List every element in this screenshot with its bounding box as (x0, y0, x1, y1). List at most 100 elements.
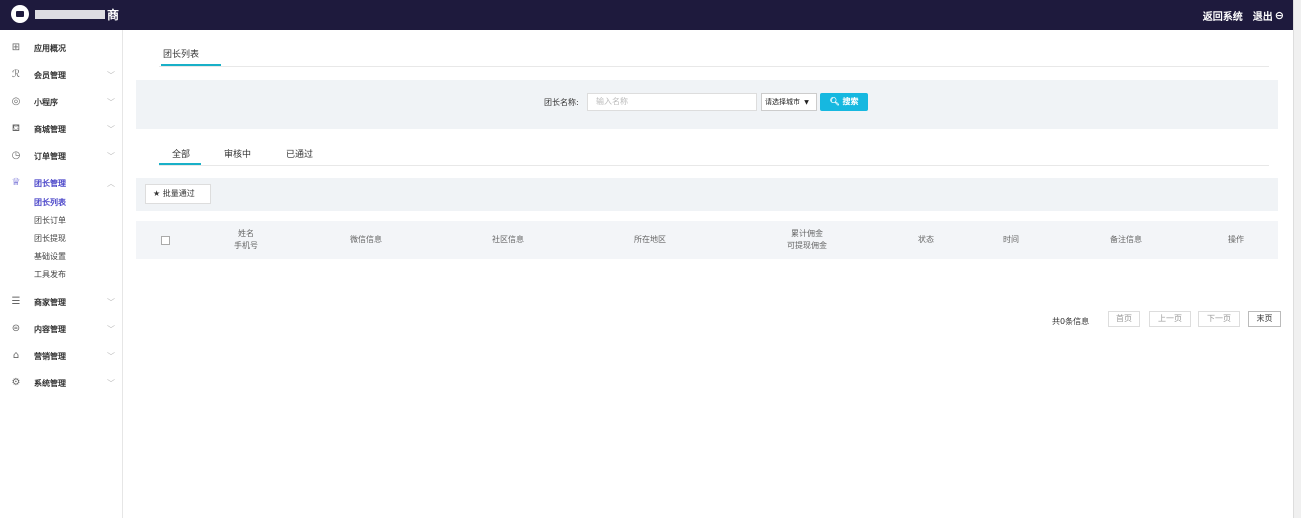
search-button-label: 搜索 (842, 97, 859, 106)
chevron-down-icon: ﹀ (107, 70, 115, 80)
sidebar-item-label: 会员管理 (34, 70, 66, 80)
top-bar: 商 返回系统 退出 ⊖ (0, 0, 1294, 30)
pagination-info: 共0条信息 (1052, 317, 1090, 326)
column-header-status: 状态 (906, 221, 946, 259)
batch-approve-button[interactable]: ★ 批量通过 (145, 184, 211, 204)
divider (159, 165, 1269, 166)
column-header-label: 操作 (1228, 235, 1244, 244)
tab-approved[interactable]: 已通过 (286, 147, 313, 160)
chevron-down-icon: ﹀ (107, 97, 115, 107)
crown-icon: ♕ (11, 177, 21, 188)
column-header-commission: 累计佣金 可提现佣金 (772, 221, 842, 259)
chevron-down-icon: ﹀ (107, 124, 115, 134)
logo-icon (11, 5, 29, 23)
page-scrollbar[interactable] (1293, 0, 1301, 518)
chevron-down-icon: ﹀ (107, 297, 115, 307)
sidebar-item-label: 商城管理 (34, 124, 66, 134)
sidebar-item-overview[interactable]: ⊞ 应用概况 (0, 38, 122, 58)
column-header-label: 累计佣金 (791, 229, 823, 238)
sidebar-item-label: 营销管理 (34, 351, 66, 361)
column-header-time: 时间 (991, 221, 1031, 259)
sidebar-subitem-leader-orders[interactable]: 团长订单 (34, 215, 66, 226)
sidebar-item-label: 系统管理 (34, 378, 66, 388)
logout-label: 退出 (1252, 12, 1273, 23)
sidebar: ⊞ 应用概况 ℛ 会员管理 ﹀ ◎ 小程序 ﹀ ⛾ 商城管理 ﹀ ◷ 订单管理 … (0, 30, 123, 518)
sidebar-item-label: 应用概况 (34, 43, 66, 53)
dropdown-arrow-icon: ▼ (804, 99, 809, 106)
sidebar-item-label: 商家管理 (34, 297, 66, 307)
clock-icon: ◷ (11, 150, 21, 161)
column-header-sublabel: 手机号 (234, 241, 258, 250)
grid-icon: ⊞ (11, 42, 21, 53)
sidebar-subitem-tool-publish[interactable]: 工具发布 (34, 269, 66, 280)
sidebar-item-label: 小程序 (34, 97, 58, 107)
logo[interactable]: 商 (11, 4, 119, 24)
table-header: 姓名 手机号 微信信息 社区信息 所在地区 累计佣金 可提现佣金 状态 时间 备… (136, 221, 1278, 259)
sidebar-item-label: 订单管理 (34, 151, 66, 161)
batch-toolbar: ★ 批量通过 (136, 178, 1278, 211)
sidebar-item-label: 内容管理 (34, 324, 66, 334)
select-all-checkbox[interactable] (161, 236, 170, 245)
last-page-button[interactable]: 末页 (1248, 311, 1281, 327)
settings-icon: ⚙ (11, 377, 21, 388)
column-header-label: 所在地区 (634, 235, 666, 244)
search-input[interactable]: 输入名称 (587, 93, 757, 111)
logout-icon: ⊖ (1274, 9, 1284, 22)
prev-page-button[interactable]: 上一页 (1149, 311, 1191, 327)
chevron-down-icon: ﹀ (107, 151, 115, 161)
column-header-label: 时间 (1003, 235, 1019, 244)
store-icon: ☰ (11, 296, 21, 307)
column-header-region: 所在地区 (620, 221, 680, 259)
column-header-name-phone: 姓名 手机号 (216, 221, 276, 259)
column-header-label: 微信信息 (350, 235, 382, 244)
search-icon: 🔍︎ (829, 97, 840, 106)
sidebar-item-label: 团长管理 (34, 178, 66, 188)
column-header-actions: 操作 (1216, 221, 1256, 259)
logout-button[interactable]: 退出 ⊖ (1253, 8, 1284, 23)
column-header-label: 状态 (918, 235, 934, 244)
next-page-button[interactable]: 下一页 (1198, 311, 1240, 327)
star-icon: ★ (153, 189, 161, 198)
column-header-remarks: 备注信息 (1096, 221, 1156, 259)
batch-approve-label: 批量通过 (162, 189, 195, 198)
chevron-up-icon: ︿ (107, 178, 115, 188)
sidebar-item-leaders[interactable]: ♕ 团长管理 ︿ (0, 173, 122, 193)
cart-icon: ⛾ (11, 123, 21, 134)
search-button[interactable]: 🔍︎ 搜索 (820, 93, 868, 111)
document-icon: ⊜ (11, 323, 21, 334)
search-label: 团长名称: (544, 98, 579, 107)
city-select-value: 请选择城市 (765, 98, 800, 106)
sidebar-subitem-leader-list[interactable]: 团长列表 (34, 197, 66, 208)
sidebar-item-miniapp[interactable]: ◎ 小程序 ﹀ (0, 92, 122, 112)
tab-all[interactable]: 全部 (172, 147, 190, 160)
sidebar-subitem-basic-settings[interactable]: 基础设置 (34, 251, 66, 262)
chevron-down-icon: ﹀ (107, 351, 115, 361)
logo-redacted (35, 9, 105, 19)
column-header-community: 社区信息 (478, 221, 538, 259)
tab-reviewing[interactable]: 审核中 (224, 147, 251, 160)
brand-text: 商 (107, 7, 120, 22)
sidebar-item-mall[interactable]: ⛾ 商城管理 ﹀ (0, 119, 122, 139)
sidebar-item-orders[interactable]: ◷ 订单管理 ﹀ (0, 146, 122, 166)
users-icon: ℛ (12, 69, 20, 80)
search-panel: 团长名称: 输入名称 请选择城市 ▼ 🔍︎ 搜索 (136, 80, 1278, 129)
chevron-down-icon: ﹀ (107, 378, 115, 388)
first-page-button[interactable]: 首页 (1108, 311, 1140, 327)
miniapp-icon: ◎ (11, 96, 21, 107)
tab-leader-list[interactable]: 团长列表 (163, 47, 199, 60)
column-header-wechat: 微信信息 (336, 221, 396, 259)
sidebar-subitem-leader-withdraw[interactable]: 团长提现 (34, 233, 66, 244)
city-select[interactable]: 请选择城市 ▼ (761, 93, 817, 111)
sidebar-item-members[interactable]: ℛ 会员管理 ﹀ (0, 65, 122, 85)
divider (159, 66, 1269, 67)
sidebar-item-system[interactable]: ⚙ 系统管理 ﹀ (0, 373, 122, 393)
back-to-system-link[interactable]: 返回系统 (1203, 8, 1243, 23)
sidebar-item-marketing[interactable]: ⌂ 营销管理 ﹀ (0, 346, 122, 366)
sidebar-item-merchants[interactable]: ☰ 商家管理 ﹀ (0, 292, 122, 312)
column-header-label: 姓名 (238, 229, 254, 238)
sidebar-item-content[interactable]: ⊜ 内容管理 ﹀ (0, 319, 122, 339)
column-header-sublabel: 可提现佣金 (787, 241, 827, 250)
column-header-label: 备注信息 (1110, 235, 1142, 244)
column-header-label: 社区信息 (492, 235, 524, 244)
chart-icon: ⌂ (12, 350, 20, 361)
